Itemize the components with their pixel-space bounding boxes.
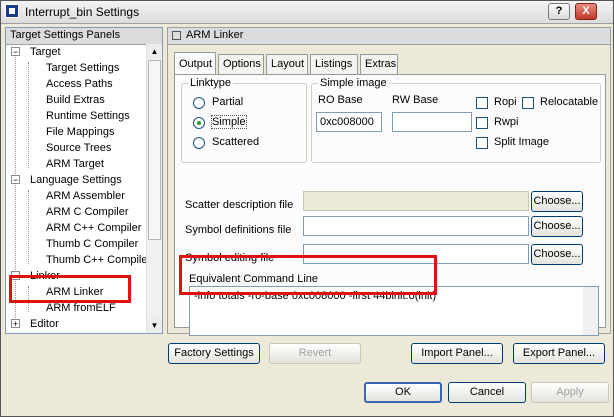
tree-header: Target Settings Panels bbox=[6, 28, 162, 45]
tree-item-build-extras[interactable]: Build Extras bbox=[46, 92, 105, 108]
tab-output[interactable]: Output bbox=[174, 52, 216, 74]
symbol-edit-input[interactable] bbox=[303, 244, 529, 264]
relocatable-label: Relocatable bbox=[540, 96, 599, 108]
tree-item-arm-linker[interactable]: ARM Linker bbox=[46, 284, 103, 300]
tree-item-label: Linker bbox=[30, 270, 60, 282]
window-title: Interrupt_bin Settings bbox=[25, 5, 140, 19]
symbol-def-choose-button[interactable]: Choose... bbox=[531, 216, 583, 237]
tree-item-thumb-cpp-compiler[interactable]: Thumb C++ Compiler bbox=[46, 252, 148, 268]
cmdline-text: -info totals -ro-base 0xc008000 -first 4… bbox=[194, 290, 437, 302]
panel-title: ARM Linker bbox=[186, 29, 244, 41]
simple-radio[interactable] bbox=[193, 117, 205, 129]
tab-listings[interactable]: Listings bbox=[310, 54, 358, 74]
export-panel-button[interactable]: Export Panel... bbox=[513, 343, 605, 364]
output-tab-page: Linktype Partial Simple Scattered Simple… bbox=[174, 74, 606, 336]
tree-guide-line bbox=[28, 286, 29, 312]
tree-item-file-mappings[interactable]: File Mappings bbox=[46, 124, 114, 140]
scatter-file-input bbox=[303, 191, 529, 211]
settings-panels-tree: Target Settings Panels − Target Target S… bbox=[5, 27, 163, 334]
rwpi-checkbox[interactable] bbox=[476, 117, 488, 129]
symbol-def-input[interactable] bbox=[303, 216, 529, 236]
collapse-icon[interactable]: − bbox=[11, 175, 20, 185]
symbol-edit-choose-button[interactable]: Choose... bbox=[531, 244, 583, 265]
apply-button[interactable]: Apply bbox=[531, 382, 609, 403]
title-bar: Interrupt_bin Settings ? X bbox=[1, 1, 613, 24]
scroll-down-icon[interactable]: ▼ bbox=[147, 318, 162, 333]
tree-item-source-trees[interactable]: Source Trees bbox=[46, 140, 111, 156]
ropi-label: Ropi bbox=[494, 96, 517, 108]
tree-item-arm-c-compiler[interactable]: ARM C Compiler bbox=[46, 204, 129, 220]
tree-item-label: Target bbox=[30, 46, 61, 58]
tree-item-arm-target[interactable]: ARM Target bbox=[46, 156, 104, 172]
collapse-icon[interactable]: − bbox=[11, 47, 20, 57]
tree-item-access-paths[interactable]: Access Paths bbox=[46, 76, 113, 92]
tree-item-arm-cpp-compiler[interactable]: ARM C++ Compiler bbox=[46, 220, 141, 236]
ro-base-label: RO Base bbox=[318, 94, 363, 106]
settings-window: Interrupt_bin Settings ? X Target Settin… bbox=[0, 0, 614, 417]
close-button[interactable]: X bbox=[575, 3, 597, 20]
rw-base-label: RW Base bbox=[392, 94, 439, 106]
scatter-file-label: Scatter description file bbox=[185, 199, 294, 211]
expand-icon[interactable]: + bbox=[11, 319, 20, 329]
collapse-icon[interactable]: − bbox=[11, 271, 20, 281]
scroll-up-icon[interactable]: ▲ bbox=[147, 44, 162, 59]
partial-radio[interactable] bbox=[193, 97, 205, 109]
tab-layout[interactable]: Layout bbox=[266, 54, 308, 74]
tree-item-arm-fromelf[interactable]: ARM fromELF bbox=[46, 300, 116, 316]
arm-linker-panel: ARM Linker Output Options Layout Listing… bbox=[167, 27, 611, 336]
tree-item-target-settings[interactable]: Target Settings bbox=[46, 60, 119, 76]
symbol-edit-label: Symbol editing file bbox=[185, 252, 275, 264]
tree-item-runtime-settings[interactable]: Runtime Settings bbox=[46, 108, 130, 124]
simple-label: Simple bbox=[211, 115, 247, 129]
tree-scrollbar[interactable]: ▲ ▼ bbox=[146, 44, 162, 333]
rw-base-input[interactable] bbox=[392, 112, 472, 132]
cmdline-textarea[interactable]: -info totals -ro-base 0xc008000 -first 4… bbox=[189, 286, 599, 336]
cancel-button[interactable]: Cancel bbox=[448, 382, 526, 403]
split-image-checkbox[interactable] bbox=[476, 137, 488, 149]
tree-item-label: Editor bbox=[30, 318, 59, 330]
linktype-group: Linktype Partial Simple Scattered bbox=[181, 77, 307, 163]
scatter-choose-button[interactable]: Choose... bbox=[531, 191, 583, 212]
scroll-thumb[interactable] bbox=[148, 60, 161, 240]
panel-header: ARM Linker bbox=[168, 28, 610, 45]
tree-guide-line bbox=[28, 62, 29, 168]
tree-guide-line bbox=[15, 54, 16, 326]
split-image-label: Split Image bbox=[494, 136, 550, 148]
ok-button[interactable]: OK bbox=[364, 382, 442, 403]
revert-button[interactable]: Revert bbox=[269, 343, 361, 364]
partial-label: Partial bbox=[212, 96, 244, 108]
ro-base-input[interactable]: 0xc008000 bbox=[316, 112, 382, 132]
tab-options[interactable]: Options bbox=[218, 54, 264, 74]
tab-extras[interactable]: Extras bbox=[360, 54, 398, 74]
tree-item-arm-assembler[interactable]: ARM Assembler bbox=[46, 188, 125, 204]
cmdline-scrollbar[interactable] bbox=[583, 287, 598, 335]
tree-item-thumb-c-compiler[interactable]: Thumb C Compiler bbox=[46, 236, 138, 252]
factory-settings-button[interactable]: Factory Settings bbox=[168, 343, 260, 364]
scattered-radio[interactable] bbox=[193, 137, 205, 149]
rwpi-label: Rwpi bbox=[494, 116, 519, 128]
simple-image-group: Simple image RO Base 0xc008000 RW Base R… bbox=[311, 77, 601, 163]
scattered-label: Scattered bbox=[212, 136, 260, 148]
tree-item-label: Language Settings bbox=[30, 174, 122, 186]
import-panel-button[interactable]: Import Panel... bbox=[411, 343, 503, 364]
simple-image-label: Simple image bbox=[318, 77, 389, 89]
cmdline-label: Equivalent Command Line bbox=[189, 273, 319, 285]
app-icon bbox=[5, 4, 19, 18]
relocatable-checkbox[interactable] bbox=[522, 97, 534, 109]
ropi-checkbox[interactable] bbox=[476, 97, 488, 109]
linktype-label: Linktype bbox=[188, 77, 233, 89]
symbol-def-label: Symbol definitions file bbox=[185, 224, 292, 236]
help-button[interactable]: ? bbox=[548, 3, 570, 20]
tree-list: − Target Target Settings Access Paths Bu… bbox=[6, 44, 148, 333]
panel-box-icon bbox=[172, 31, 181, 40]
tree-guide-line bbox=[28, 190, 29, 264]
